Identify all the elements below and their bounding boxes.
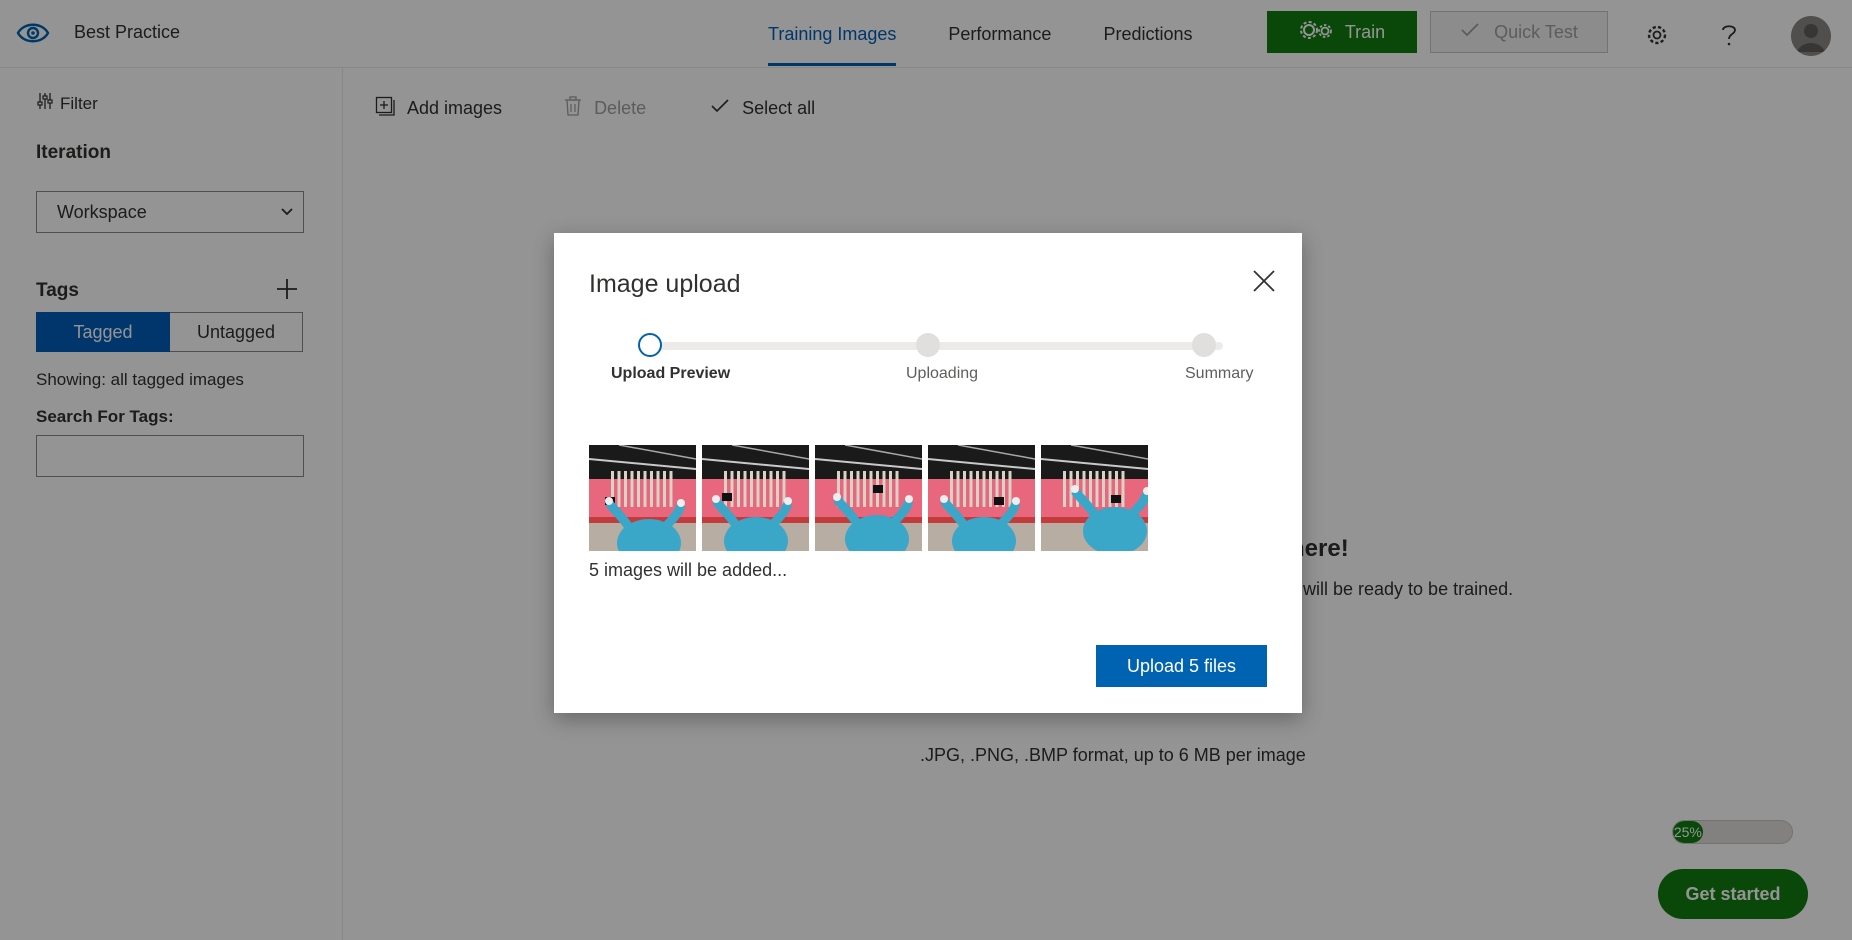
step-upload-preview-label: Upload Preview — [611, 365, 731, 382]
image-thumbnail — [1041, 445, 1148, 551]
step-summary-indicator — [1192, 333, 1216, 357]
image-thumbnail — [815, 445, 922, 551]
thumbnail-strip — [589, 445, 1148, 551]
step-upload-preview-indicator — [638, 333, 662, 357]
step-summary-label: Summary — [1185, 365, 1254, 382]
close-icon[interactable] — [1252, 269, 1276, 293]
dialog-title: Image upload — [589, 270, 741, 298]
step-uploading-label: Uploading — [906, 365, 979, 382]
image-thumbnail — [928, 445, 1035, 551]
image-upload-dialog: Image upload Upload Preview Uploading Su… — [554, 233, 1302, 713]
images-added-note: 5 images will be added... — [589, 560, 788, 580]
upload-files-button[interactable]: Upload 5 files — [1096, 645, 1267, 687]
image-thumbnail — [589, 445, 696, 551]
image-thumbnail — [702, 445, 809, 551]
step-uploading-indicator — [916, 333, 940, 357]
